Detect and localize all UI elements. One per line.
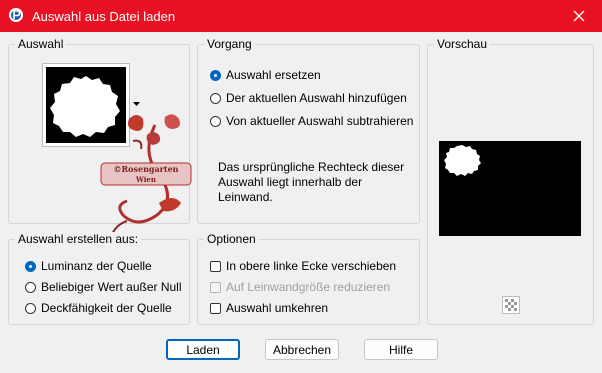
description-line: Auswahl liegt innerhalb der — [218, 175, 363, 189]
auswahl-legend: Auswahl — [15, 37, 67, 52]
radio-indicator[interactable] — [25, 302, 36, 314]
radio-label: Von aktueller Auswahl subtrahieren — [226, 114, 414, 128]
radio-beliebiger-wert[interactable]: Beliebiger Wert außer Null — [25, 280, 182, 294]
description-line: Leinwand. — [218, 190, 273, 204]
optionen-legend: Optionen — [204, 232, 259, 247]
dropdown-arrow-icon[interactable] — [133, 102, 140, 107]
radio-label: Deckfähigkeit der Quelle — [41, 301, 172, 315]
radio-auswahl-ersetzen[interactable]: Auswahl ersetzen — [210, 68, 321, 82]
erstellen-legend: Auswahl erstellen aus: — [15, 232, 142, 247]
watermark-line2: Wien — [135, 175, 156, 184]
preview-canvas — [439, 141, 581, 236]
radio-label: Auswahl ersetzen — [226, 68, 321, 82]
checkbox-indicator[interactable] — [210, 260, 221, 272]
radio-label: Luminanz der Quelle — [41, 259, 152, 273]
window-title: Auswahl aus Datei laden — [32, 9, 176, 24]
close-button[interactable] — [556, 0, 602, 32]
radio-indicator[interactable] — [25, 260, 36, 272]
radio-indicator[interactable] — [210, 115, 221, 127]
watermark-decoration: ©Rosengarten Wien — [100, 114, 192, 238]
radio-label: Der aktuellen Auswahl hinzufügen — [226, 91, 407, 105]
checkbox-obere-linke-ecke[interactable]: In obere linke Ecke verschieben — [210, 259, 396, 273]
vorschau-legend: Vorschau — [434, 37, 491, 52]
app-icon — [9, 8, 23, 22]
description-line: Das ursprüngliche Rechteck dieser — [218, 160, 405, 174]
radio-deckfaehigkeit[interactable]: Deckfähigkeit der Quelle — [25, 301, 172, 315]
checkbox-leinwandgroesse: Auf Leinwandgröße reduzieren — [210, 280, 390, 294]
radio-indicator[interactable] — [210, 92, 221, 104]
radio-auswahl-hinzufuegen[interactable]: Der aktuellen Auswahl hinzufügen — [210, 91, 407, 105]
load-button[interactable]: Laden — [166, 339, 240, 360]
radio-auswahl-subtrahieren[interactable]: Von aktueller Auswahl subtrahieren — [210, 114, 413, 128]
selection-description: Das ursprüngliche Rechteck dieser Auswah… — [218, 160, 408, 205]
checkbox-auswahl-umkehren[interactable]: Auswahl umkehren — [210, 301, 328, 315]
cancel-button[interactable]: Abbrechen — [265, 339, 339, 360]
close-icon — [573, 10, 585, 22]
checkbox-indicator — [210, 281, 221, 293]
checkbox-label: In obere linke Ecke verschieben — [226, 259, 397, 273]
help-button[interactable]: Hilfe — [364, 339, 438, 360]
radio-luminanz[interactable]: Luminanz der Quelle — [25, 259, 152, 273]
checkbox-label: Auswahl umkehren — [226, 301, 329, 315]
watermark-line1: ©Rosengarten — [114, 164, 179, 174]
radio-indicator[interactable] — [210, 69, 221, 81]
radio-indicator[interactable] — [25, 281, 36, 293]
checkbox-label: Auf Leinwandgröße reduzieren — [226, 280, 391, 294]
checkerboard-icon[interactable] — [502, 296, 520, 314]
radio-label: Beliebiger Wert außer Null — [41, 280, 182, 294]
title-bar: Auswahl aus Datei laden — [0, 0, 602, 32]
checkbox-indicator[interactable] — [210, 302, 221, 314]
vorgang-legend: Vorgang — [204, 37, 255, 52]
